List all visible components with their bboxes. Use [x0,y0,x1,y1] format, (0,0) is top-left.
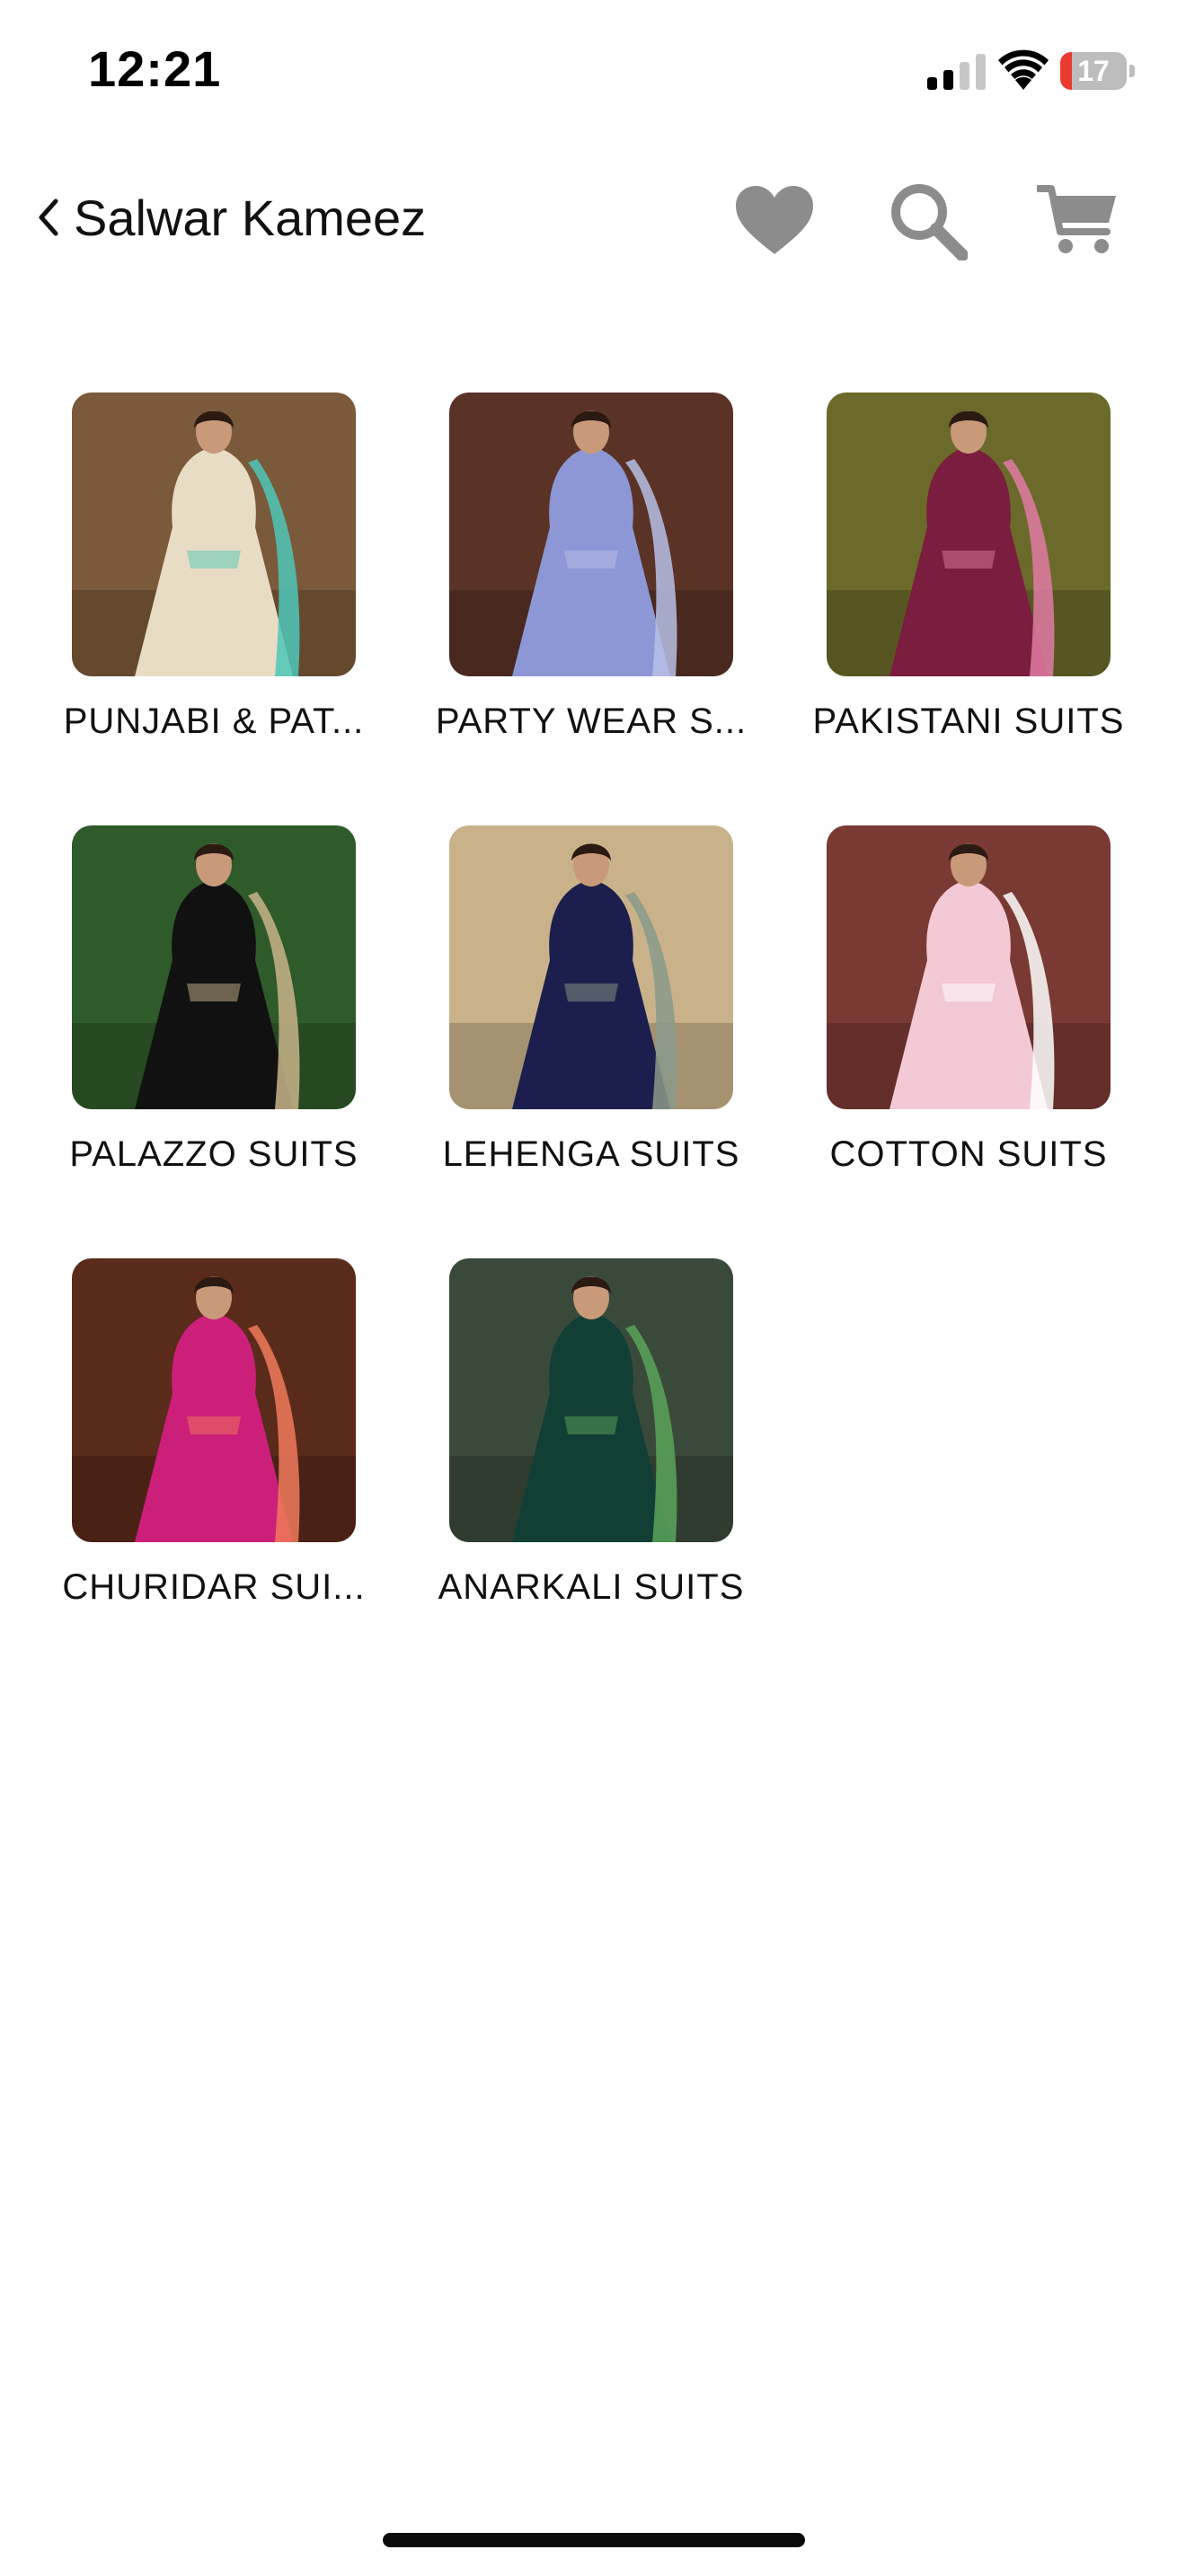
back-button[interactable]: Salwar Kameez [36,181,426,253]
category-image [72,1258,356,1542]
category-tile[interactable]: PUNJABI & PAT... [25,393,403,752]
category-label: PUNJABI & PAT... [63,701,365,741]
category-label: LEHENGA SUITS [442,1134,740,1174]
cellular-signal-icon [927,50,987,90]
home-indicator[interactable] [383,2533,805,2547]
cart-button[interactable] [1033,180,1123,260]
category-image [827,825,1111,1109]
category-image [449,1258,733,1542]
wishlist-button[interactable] [730,180,819,260]
category-label: COTTON SUITS [829,1134,1108,1174]
chevron-left-icon [39,198,58,236]
battery-level-label: 17 [1077,55,1110,87]
category-image [72,825,356,1109]
category-label: CHURIDAR SUI... [62,1567,366,1607]
category-image [449,825,733,1109]
category-tile[interactable]: PARTY WEAR S... [403,393,780,752]
status-time: 12:21 [88,40,222,97]
category-image [72,393,356,676]
category-tile[interactable]: PAKISTANI SUITS [780,393,1157,752]
page-title: Salwar Kameez [74,189,427,246]
category-tile[interactable]: COTTON SUITS [780,825,1157,1185]
category-tile[interactable]: CHURIDAR SUI... [25,1258,403,1618]
category-label: PAKISTANI SUITS [812,701,1125,741]
category-label: PALAZZO SUITS [69,1134,358,1174]
status-bar: 12:21 17 [0,0,1186,144]
category-image [827,393,1111,676]
search-button[interactable] [882,180,972,260]
category-tile[interactable]: PALAZZO SUITS [25,825,403,1185]
category-image [449,393,733,676]
search-icon [891,184,968,260]
category-tile[interactable]: LEHENGA SUITS [403,825,780,1185]
battery-icon: 17 [1060,52,1136,90]
category-tile[interactable]: ANARKALI SUITS [403,1258,780,1618]
category-label: ANARKALI SUITS [438,1567,745,1607]
navigation-bar: Salwar Kameez [0,171,1186,269]
cart-icon [1037,185,1116,253]
category-label: PARTY WEAR S... [435,701,748,741]
heart-icon [736,186,813,254]
wifi-icon [997,49,1049,90]
